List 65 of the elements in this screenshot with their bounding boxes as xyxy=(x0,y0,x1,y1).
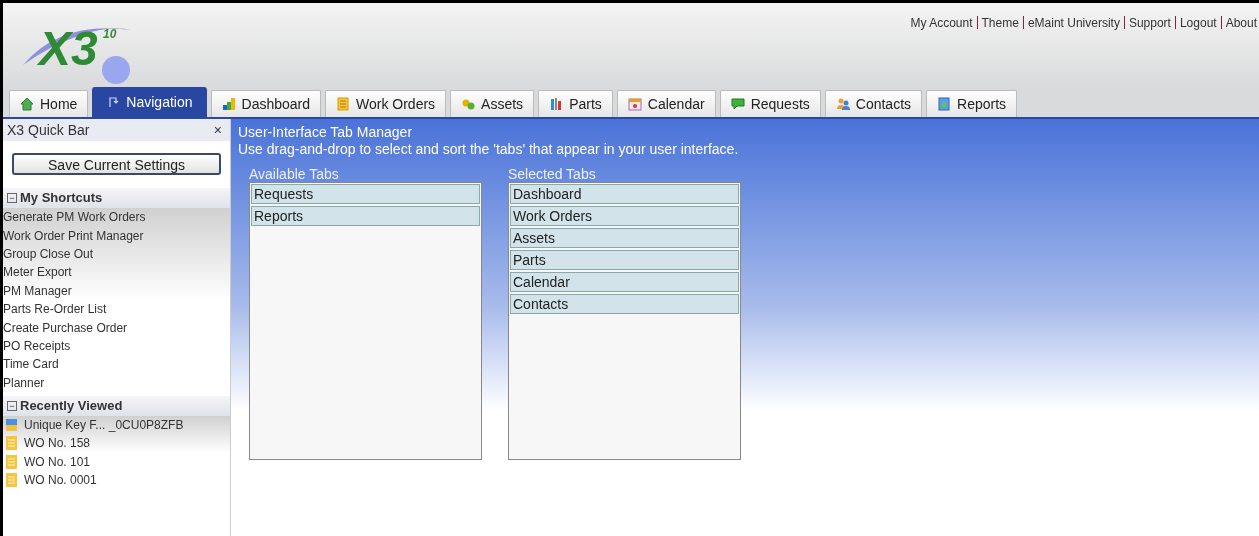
draggable-tab-item[interactable]: Work Orders xyxy=(510,206,739,226)
house-icon xyxy=(20,97,34,111)
draggable-tab-item[interactable]: Requests xyxy=(251,184,480,204)
nav-tab[interactable]: Navigation xyxy=(92,87,207,117)
draggable-tab-item[interactable]: Reports xyxy=(251,206,480,226)
header-link[interactable]: My Account xyxy=(910,14,973,32)
arrow-icon xyxy=(106,95,121,109)
section-header[interactable]: − Recently Viewed xyxy=(3,395,230,416)
document-icon xyxy=(5,436,18,451)
report-icon xyxy=(937,97,952,111)
people-icon xyxy=(835,97,850,111)
sidebar-link[interactable]: Parts Re-Order List xyxy=(3,300,107,319)
draggable-tab-item[interactable]: Assets xyxy=(510,228,739,248)
document-icon xyxy=(5,473,18,488)
sidebar-link[interactable]: PM Manager xyxy=(3,281,72,300)
collapse-toggle[interactable]: − xyxy=(7,193,17,203)
nav-tab[interactable]: Requests xyxy=(719,90,821,117)
sidebar-link[interactable]: PO Receipts xyxy=(3,336,71,355)
logo-superscript: 10 xyxy=(103,26,117,43)
sidebar-link[interactable]: Meter Export xyxy=(3,263,72,282)
header-link[interactable]: Support xyxy=(1128,14,1171,32)
save-settings-button[interactable]: Save Current Settings xyxy=(12,153,221,175)
quick-bar-title: X3 Quick Bar xyxy=(7,120,90,140)
section-header[interactable]: − My Shortcuts xyxy=(3,188,230,208)
collapse-toggle[interactable]: − xyxy=(7,400,17,411)
sidebar-link[interactable]: WO No. 101 xyxy=(24,452,91,471)
sidebar-link[interactable]: Time Card xyxy=(3,355,59,374)
sidebar-link[interactable]: Create Purchase Order xyxy=(3,318,128,337)
tools-icon xyxy=(549,97,564,111)
nav-tab[interactable]: Work Orders xyxy=(325,90,447,117)
calendar-icon xyxy=(627,97,642,111)
sidebar-link[interactable]: Generate PM Work Orders xyxy=(3,208,146,227)
logo-text: X3 xyxy=(39,25,98,73)
nav-tab[interactable]: Contacts xyxy=(824,90,923,117)
nav-tab[interactable]: Reports xyxy=(926,90,1018,117)
draggable-tab-item[interactable]: Contacts xyxy=(510,294,739,314)
speech-bubble-icon xyxy=(730,97,745,111)
header-link[interactable]: Theme xyxy=(981,14,1019,32)
page-description: Use drag-and-drop to select and sort the 'tabs' that appear in your user interface. xyxy=(238,141,740,158)
draggable-tab-item[interactable]: Parts xyxy=(510,250,739,270)
sidebar-link[interactable]: Group Close Out xyxy=(3,244,94,263)
sidebar-link[interactable]: WO No. 158 xyxy=(24,434,91,453)
nav-tab[interactable]: Assets xyxy=(450,90,535,117)
document-icon xyxy=(336,97,350,111)
header-link[interactable]: About xyxy=(1225,14,1257,32)
sidebar-link[interactable]: WO No. 0001 xyxy=(24,471,97,490)
draggable-tab-item[interactable]: Dashboard xyxy=(510,184,739,204)
section-title: Recently Viewed xyxy=(20,397,123,416)
header-link[interactable]: eMaint University xyxy=(1027,14,1120,32)
draggable-tab-item[interactable]: Calendar xyxy=(510,272,739,292)
list-heading: Selected Tabs xyxy=(508,166,597,182)
sidebar-link[interactable]: Unique Key F... _0CU0P8ZFB xyxy=(24,416,184,435)
page-title: User-Interface Tab Manager xyxy=(238,124,414,141)
list-heading: Available Tabs xyxy=(249,166,340,182)
section-title: My Shortcuts xyxy=(20,189,103,208)
nav-tab[interactable]: Dashboard xyxy=(210,90,321,117)
close-button[interactable]: × xyxy=(213,119,226,141)
nav-tab[interactable]: Home xyxy=(9,90,89,117)
sidebar-link[interactable]: Work Order Print Manager xyxy=(3,226,144,245)
nav-tab[interactable]: Calendar xyxy=(616,90,716,117)
header-link[interactable]: Logout xyxy=(1179,14,1217,32)
nav-tab[interactable]: Parts xyxy=(538,90,613,117)
document-icon xyxy=(5,454,18,469)
bar-chart-icon xyxy=(221,97,236,111)
sidebar-link[interactable]: Planner xyxy=(3,373,45,392)
